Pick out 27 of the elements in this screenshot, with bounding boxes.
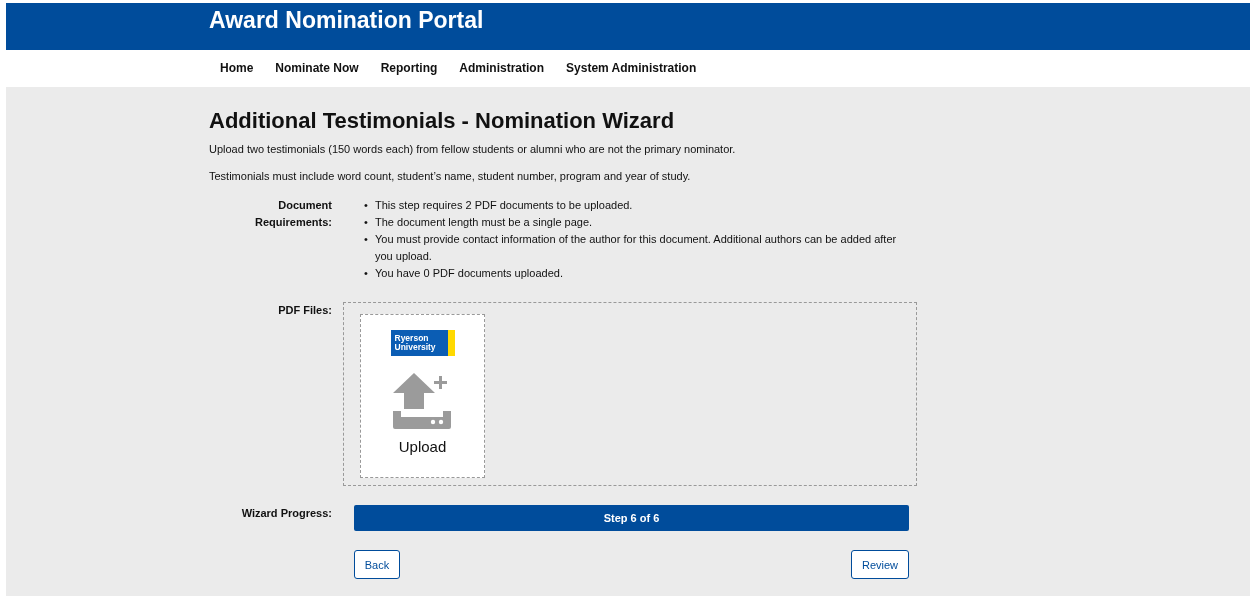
intro-text: Testimonials must include word count, student’s name, student number, program and year of study. bbox=[209, 170, 692, 182]
upload-tile[interactable]: Ryerson University Upload bbox=[360, 314, 485, 478]
intro-text: Upload two testimonials (150 words each) from fellow students or alumni who are not the primary nominator. bbox=[209, 143, 737, 155]
requirement-item: You must provide contact information of the author for this document. Additional authors can be added after you upload. bbox=[375, 232, 898, 264]
page-heading: Additional Testimonials - Nomination Wizard bbox=[209, 108, 676, 134]
review-button[interactable]: Review bbox=[851, 550, 909, 579]
back-button[interactable]: Back bbox=[354, 550, 400, 579]
requirement-item: You have 0 PDF documents uploaded. bbox=[375, 266, 564, 281]
bullet-marker: • bbox=[364, 198, 369, 213]
file-drop-zone[interactable]: Ryerson University Upload bbox=[343, 302, 917, 486]
nav-link[interactable]: System Administration bbox=[555, 61, 708, 75]
requirements-label: Document Requirements: bbox=[253, 198, 332, 230]
portal-title: Award Nomination Portal bbox=[209, 6, 485, 34]
requirement-item: This step requires 2 PDF documents to be uploaded. bbox=[375, 198, 634, 213]
requirement-item: The document length must be a single page. bbox=[375, 215, 594, 230]
upload-label: Upload bbox=[398, 438, 447, 455]
bullet-marker: • bbox=[364, 232, 369, 247]
upload-tray-icon bbox=[392, 373, 453, 429]
pdf-files-label: PDF Files: bbox=[277, 303, 332, 318]
progress-label: Wizard Progress: bbox=[240, 506, 332, 521]
nav-link[interactable]: Administration bbox=[448, 61, 556, 75]
nav-link[interactable]: Nominate Now bbox=[264, 61, 370, 75]
bullet-marker: • bbox=[364, 266, 369, 281]
nav-link[interactable]: Home bbox=[209, 61, 265, 75]
nav-link[interactable]: Reporting bbox=[369, 61, 449, 75]
university-logo: Ryerson University bbox=[390, 330, 455, 356]
bullet-marker: • bbox=[364, 215, 369, 230]
